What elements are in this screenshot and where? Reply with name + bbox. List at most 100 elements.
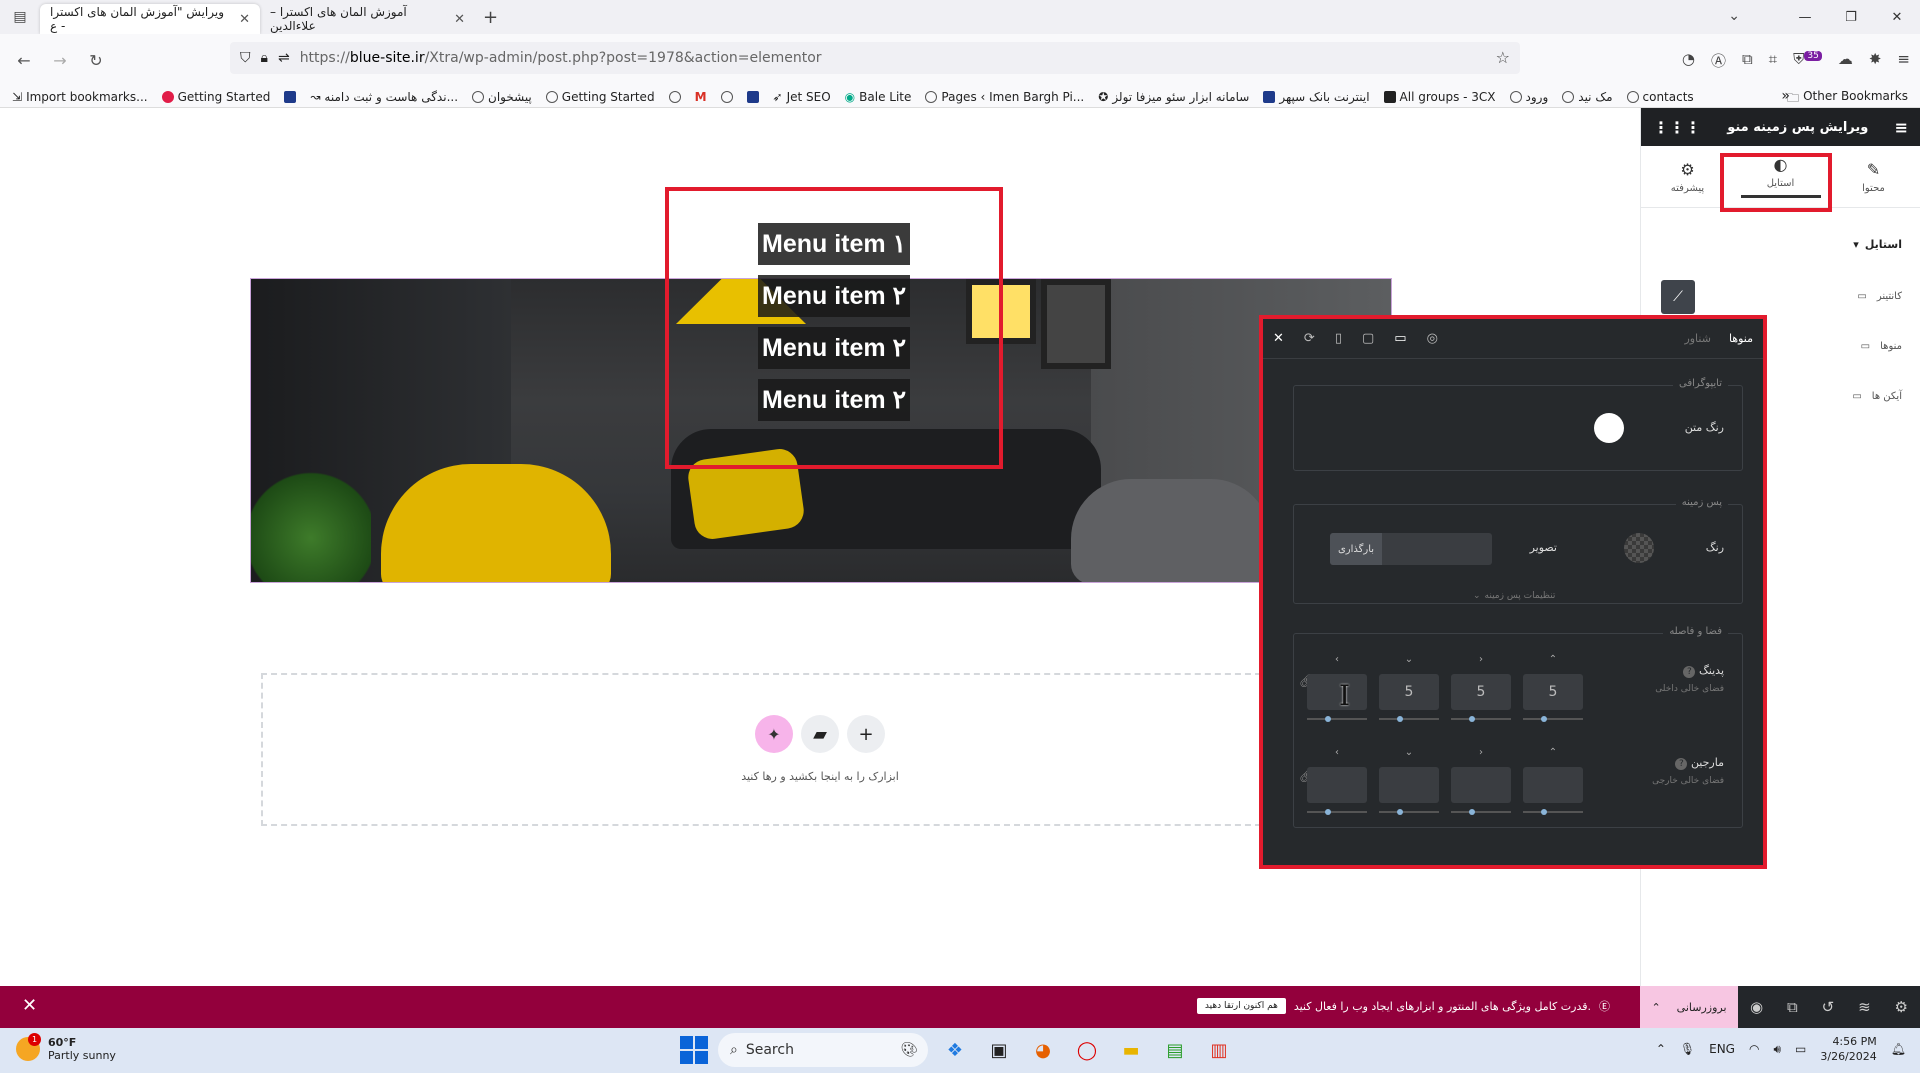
ai-sparkle-button[interactable]: ✦ — [755, 715, 793, 753]
sidebar-row-container[interactable]: ▭ کانتینر — [1857, 291, 1902, 302]
sidebar-row-menus[interactable]: ▭ منوها — [1861, 341, 1902, 352]
upgrade-button[interactable]: هم اکنون ارتقا دهید — [1196, 998, 1286, 1014]
weather-widget[interactable]: 1 60°F Partly sunny — [16, 1033, 116, 1062]
notifications-bell-icon[interactable]: 🔔︎ — [1891, 1042, 1906, 1056]
padding-right-input[interactable]: › 5 — [1451, 654, 1511, 722]
padding-bottom-input[interactable]: ⌄ 5 — [1379, 654, 1439, 722]
bookmark-item[interactable] — [668, 90, 681, 103]
bookmark-item[interactable] — [720, 90, 733, 103]
bookmark-item[interactable] — [284, 90, 297, 103]
style-section-header[interactable]: ▾ استایل — [1853, 238, 1902, 251]
template-folder-button[interactable]: ▰ — [801, 715, 839, 753]
upload-field[interactable]: بارگذاری — [1330, 533, 1492, 565]
battery-icon[interactable]: ▭ — [1795, 1042, 1806, 1056]
file-explorer-icon[interactable]: ▬ — [1114, 1033, 1148, 1067]
bookmark-item[interactable]: اینترنت بانک سپهر — [1263, 90, 1370, 104]
close-window-icon[interactable]: ✕ — [1874, 10, 1920, 25]
tab-content[interactable]: ✎ محتوا — [1834, 160, 1914, 194]
clock[interactable]: 4:56 PM 3/26/2024 — [1820, 1034, 1876, 1064]
edit-style-button[interactable]: ⟋ — [1661, 280, 1695, 314]
firefox-icon[interactable]: ◕ — [1026, 1033, 1060, 1067]
cloud-icon[interactable]: ☁ — [1838, 50, 1853, 71]
bookmark-item[interactable]: مک نید — [1562, 90, 1613, 104]
margin-right-input[interactable]: › — [1451, 747, 1511, 815]
tab-overview-icon[interactable]: ▤ — [0, 0, 40, 34]
responsive-icon[interactable]: ⧉ — [1787, 998, 1798, 1016]
settings-gear-icon[interactable]: ⚙ — [1895, 998, 1908, 1016]
close-icon[interactable]: ✕ — [22, 995, 37, 1016]
tab-hover[interactable]: شناور — [1684, 332, 1711, 345]
margin-top-input[interactable]: ⌃ — [1523, 747, 1583, 815]
desktop-icon[interactable]: ▭ — [1394, 331, 1406, 346]
bookmark-item[interactable]: contacts — [1626, 90, 1694, 104]
bookmark-item[interactable]: All groups - 3CX — [1383, 90, 1496, 104]
upload-button[interactable]: بارگذاری — [1330, 533, 1382, 565]
extensions-icon[interactable]: ⧉ — [1742, 50, 1753, 71]
widgets-grid-icon[interactable]: ⋮⋮⋮ — [1653, 118, 1701, 137]
bookmark-star-icon[interactable]: ☆ — [1496, 48, 1510, 67]
bookmark-item[interactable]: ➶ Jet SEO — [773, 90, 831, 104]
copilot-icon[interactable]: ❖ — [938, 1033, 972, 1067]
bookmark-item[interactable]: ✪ سامانه ابزار سئو میزفا تولز — [1098, 90, 1249, 104]
bookmark-item[interactable]: Getting Started — [161, 90, 270, 104]
bookmark-item[interactable]: M — [695, 90, 707, 104]
browser-tab-site[interactable]: آموزش المان های اکسترا – علاءالدین ✕ — [260, 4, 475, 34]
restore-icon[interactable]: ❐ — [1828, 10, 1874, 25]
close-icon[interactable]: ✕ — [454, 12, 465, 27]
navigator-layers-icon[interactable]: ≋ — [1858, 998, 1871, 1016]
menu-item[interactable]: Menu item ۱ — [758, 223, 910, 265]
padding-slider[interactable] — [1379, 716, 1439, 722]
menu-widget-highlight[interactable]: Menu item ۱ Menu item ۲ Menu item ۲ Menu… — [665, 187, 1003, 469]
menu-item[interactable]: Menu item ۲ — [758, 275, 910, 317]
sidebar-row-icons[interactable]: ▭ آیکن ها — [1852, 391, 1902, 402]
reload-icon[interactable]: ↻ — [78, 51, 114, 70]
opera-icon[interactable]: ◯ — [1070, 1033, 1104, 1067]
camtasia-green-icon[interactable]: ▤ — [1158, 1033, 1192, 1067]
extension-shield-icon[interactable]: ⛨ 35 — [1793, 50, 1822, 71]
reset-icon[interactable]: ⟳ — [1304, 331, 1315, 346]
volume-icon[interactable]: 🔊︎ — [1773, 1042, 1781, 1057]
bookmark-item[interactable]: پیشخوان — [472, 90, 532, 104]
camtasia-red-icon[interactable]: ▥ — [1202, 1033, 1236, 1067]
bookmark-item[interactable]: ⇲ Import bookmarks... — [12, 90, 148, 104]
menu-item[interactable]: Menu item ۲ — [758, 327, 910, 369]
microphone-icon[interactable]: 🎙︎ — [1680, 1042, 1695, 1056]
margin-slider[interactable] — [1523, 809, 1583, 815]
taskbar-search[interactable]: ⌕ Search 🎨︎ — [718, 1033, 928, 1067]
update-button[interactable]: ⌃ بروزرسانی — [1640, 986, 1738, 1028]
mobile-icon[interactable]: ▯ — [1335, 331, 1342, 346]
wifi-icon[interactable]: ◠ — [1749, 1042, 1759, 1056]
bg-color-swatch[interactable] — [1624, 533, 1654, 563]
padding-slider[interactable] — [1451, 716, 1511, 722]
language-indicator[interactable]: ENG — [1709, 1042, 1735, 1056]
chevron-down-icon[interactable]: ⌄ — [1728, 8, 1740, 24]
menu-item[interactable]: Menu item ۲ — [758, 379, 910, 421]
padding-slider[interactable] — [1307, 716, 1367, 722]
url-bar[interactable]: ⛉ 🔒︎ ⇌ https://blue-site.ir/Xtra/wp-admi… — [230, 42, 1520, 74]
help-icon[interactable]: ? — [1675, 758, 1688, 770]
margin-slider[interactable] — [1451, 809, 1511, 815]
crop-icon[interactable]: ⌗ — [1769, 50, 1777, 71]
bookmark-item[interactable]: ورود — [1509, 90, 1548, 104]
forward-icon[interactable]: → — [42, 51, 78, 70]
margin-bottom-input[interactable]: ⌄ — [1379, 747, 1439, 815]
tab-normal[interactable]: منوها — [1729, 332, 1753, 345]
bookmark-item[interactable]: Getting Started — [545, 90, 655, 104]
margin-slider[interactable] — [1307, 809, 1367, 815]
padding-left-input[interactable]: ‹ — [1307, 654, 1367, 722]
tablet-icon[interactable]: ▢ — [1362, 331, 1374, 346]
help-icon[interactable]: ? — [1683, 666, 1696, 678]
bookmark-item[interactable]: ↝ ندگی هاست و ثبت دامنه... — [310, 90, 458, 104]
pocket-icon[interactable]: ◔ — [1682, 50, 1695, 71]
new-tab-button[interactable]: + — [483, 7, 498, 28]
terminal-icon[interactable]: ▣ — [982, 1033, 1016, 1067]
text-color-swatch[interactable] — [1594, 413, 1624, 443]
bookmark-item[interactable]: Pages ‹ Imen Bargh Pi... — [925, 90, 1084, 104]
hamburger-menu-icon[interactable]: ≡ — [1895, 118, 1908, 137]
padding-top-input[interactable]: ⌃ 5 — [1523, 654, 1583, 722]
browser-tab-editor[interactable]: ویرایش "آموزش المان های اکسترا - ع ✕ — [40, 4, 260, 34]
minimize-icon[interactable]: — — [1782, 10, 1828, 25]
menu-icon[interactable]: ≡ — [1897, 50, 1910, 71]
bookmark-item[interactable]: ◉ Bale Lite — [845, 90, 912, 104]
add-section-button[interactable]: + — [847, 715, 885, 753]
